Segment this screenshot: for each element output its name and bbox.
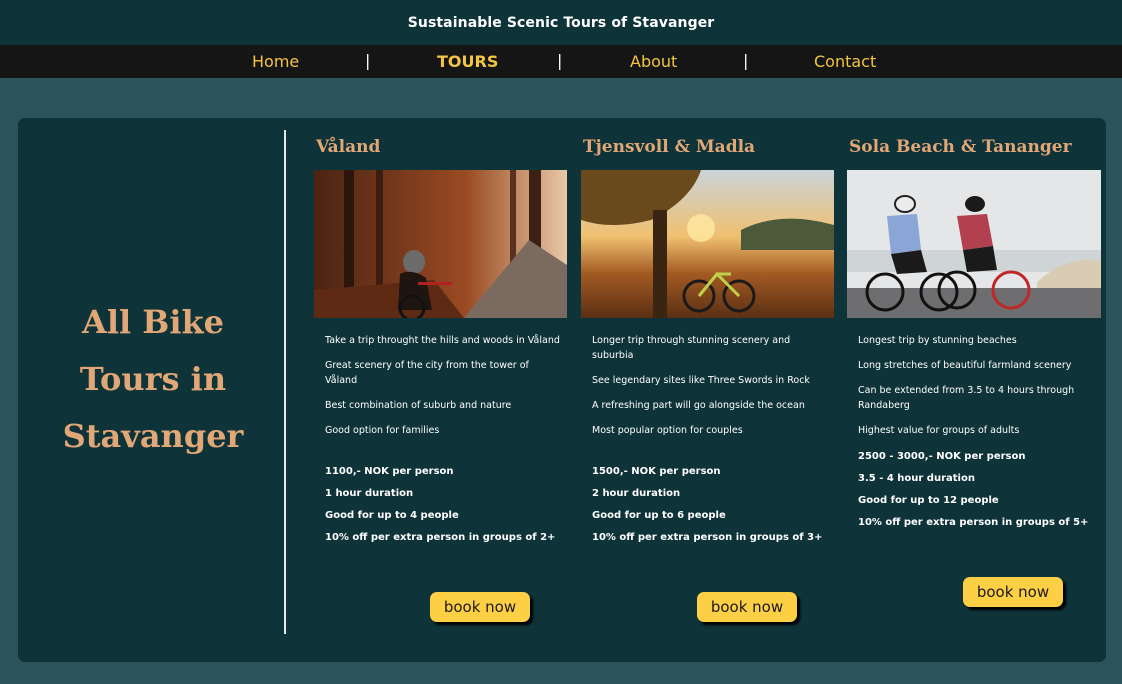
- list-item: Can be extended from 3.5 to 4 hours thro…: [858, 385, 1075, 411]
- list-item: Good option for families: [325, 425, 440, 436]
- tour-feature-list: Take a trip throught the hills and woods…: [325, 333, 561, 448]
- list-item: Great scenery of the city from the tower…: [325, 360, 529, 386]
- list-item: Take a trip throught the hills and woods…: [325, 335, 560, 346]
- book-now-button[interactable]: book now: [430, 592, 530, 622]
- tour-feature-list: Longest trip by stunning beaches Long st…: [858, 333, 1094, 448]
- duration-text: 2 hour duration: [592, 488, 681, 499]
- price-text: 1100,- NOK per person: [325, 466, 454, 477]
- list-item: Best combination of suburb and nature: [325, 400, 512, 411]
- tour-card-tjensvoll-madla: Tjensvoll & Madla Longer trip through st…: [581, 118, 834, 662]
- book-now-button[interactable]: book now: [697, 592, 797, 622]
- tour-card-sola-tananger: Sola Beach & Tananger Longest trip by st…: [847, 118, 1101, 662]
- tour-details-list: 2500 - 3000,- NOK per person 3.5 - 4 hou…: [858, 450, 1098, 538]
- vertical-divider: [284, 130, 286, 634]
- list-item: Highest value for groups of adults: [858, 425, 1020, 436]
- capacity-text: Good for up to 4 people: [325, 510, 459, 521]
- tour-details-list: 1100,- NOK per person 1 hour duration Go…: [325, 465, 565, 553]
- discount-text: 10% off per extra person in groups of 3+: [592, 532, 823, 543]
- site-header: Sustainable Scenic Tours of Stavanger: [0, 0, 1122, 45]
- list-item: Most popular option for couples: [592, 425, 743, 436]
- price-text: 2500 - 3000,- NOK per person: [858, 451, 1026, 462]
- tour-card-valand: Våland Take a trip throught the hills an…: [314, 118, 567, 662]
- price-text: 1500,- NOK per person: [592, 466, 721, 477]
- nav-home-link[interactable]: Home: [252, 52, 299, 71]
- tour-title: Sola Beach & Tananger: [849, 137, 1072, 157]
- site-title: Sustainable Scenic Tours of Stavanger: [407, 14, 715, 31]
- duration-text: 1 hour duration: [325, 488, 414, 499]
- beach-cyclists-photo: [847, 170, 1101, 318]
- nav-separator: |: [365, 51, 371, 70]
- nav-separator: |: [743, 51, 749, 70]
- list-item: See legendary sites like Three Swords in…: [592, 375, 810, 386]
- list-item: Longest trip by stunning beaches: [858, 335, 1017, 346]
- capacity-text: Good for up to 12 people: [858, 495, 999, 506]
- tour-details-list: 1500,- NOK per person 2 hour duration Go…: [592, 465, 832, 553]
- nav-separator: |: [557, 51, 563, 70]
- tour-title: Tjensvoll & Madla: [583, 137, 756, 157]
- list-item: A refreshing part will go alongside the …: [592, 400, 805, 411]
- nav-tours-link[interactable]: TOURS: [437, 52, 498, 71]
- list-item: Long stretches of beautiful farmland sce…: [858, 360, 1072, 371]
- tour-title: Våland: [316, 137, 381, 157]
- autumn-tree-bike-photo: [581, 170, 834, 318]
- discount-text: 10% off per extra person in groups of 2+: [325, 532, 556, 543]
- nav-about-link[interactable]: About: [630, 52, 677, 71]
- capacity-text: Good for up to 6 people: [592, 510, 726, 521]
- tour-feature-list: Longer trip through stunning scenery and…: [592, 333, 828, 448]
- nav-contact-link[interactable]: Contact: [814, 52, 876, 71]
- main-nav: Home | TOURS | About | Contact: [0, 45, 1122, 78]
- list-item: Longer trip through stunning scenery and…: [592, 335, 791, 361]
- duration-text: 3.5 - 4 hour duration: [858, 473, 975, 484]
- book-now-button[interactable]: book now: [963, 577, 1063, 607]
- page-title: All Bike Tours in Stavanger: [62, 303, 244, 455]
- tours-panel: All Bike Tours in Stavanger Våland Take …: [18, 118, 1106, 662]
- forest-cyclist-photo: [314, 170, 567, 318]
- discount-text: 10% off per extra person in groups of 5+: [858, 517, 1089, 528]
